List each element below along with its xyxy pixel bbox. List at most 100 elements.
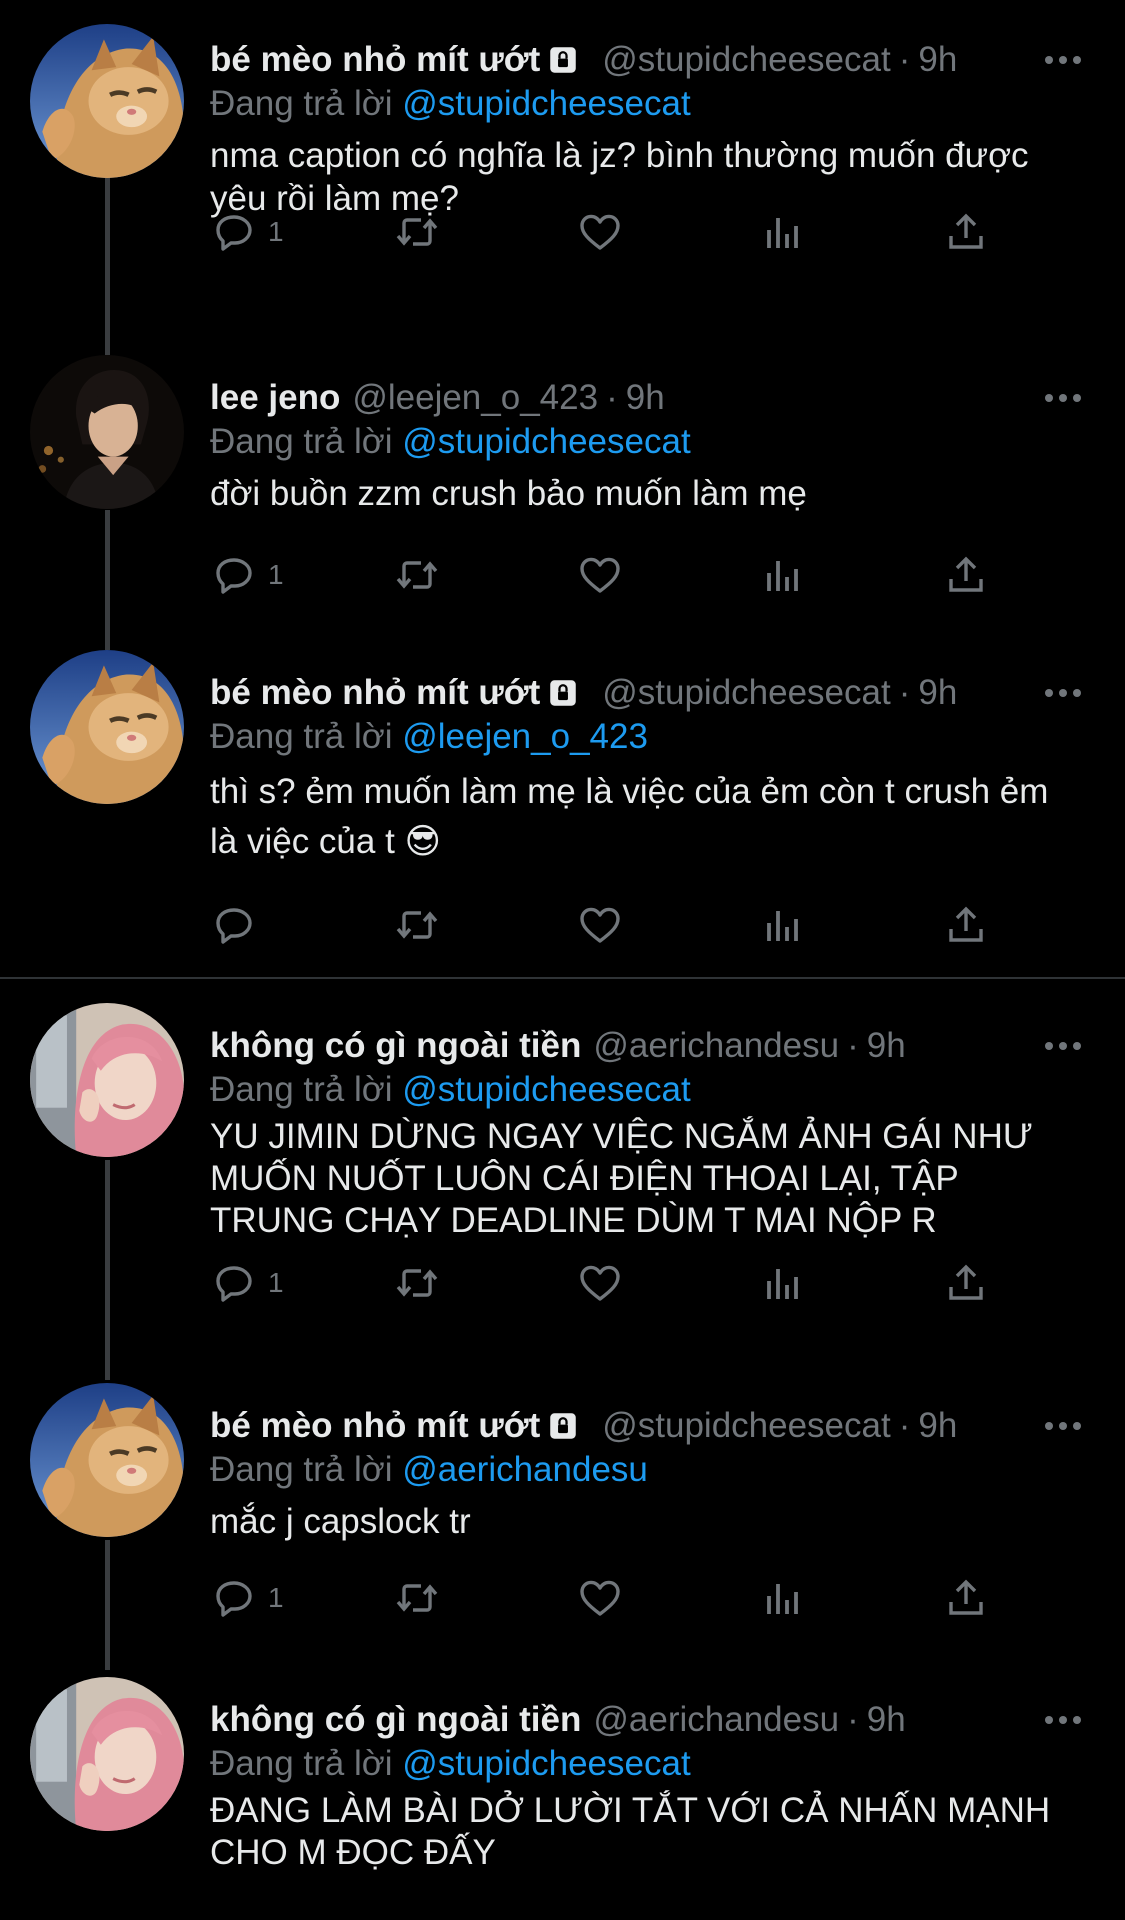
girl-avatar-image <box>30 1677 184 1831</box>
tweet-header: không có gì ngoài tiền @aerichandesu · 9… <box>210 1016 1085 1076</box>
share-button[interactable] <box>942 545 990 605</box>
replying-to-mention[interactable]: @aerichandesu <box>402 1450 648 1489</box>
display-name[interactable]: bé mèo nhỏ mít ướt <box>210 673 540 713</box>
reply-button[interactable]: 1 <box>210 545 284 605</box>
timestamp[interactable]: 9h <box>626 378 665 418</box>
display-name[interactable]: không có gì ngoài tiền <box>210 1700 581 1740</box>
user-handle[interactable]: @stupidcheesecat <box>602 40 890 80</box>
replying-to: Đang trả lời @stupidcheesecat <box>210 1744 691 1784</box>
tweet-text: đời buồn zzm crush bảo muốn làm mẹ <box>210 474 807 513</box>
retweet-button[interactable] <box>393 1253 441 1313</box>
views-icon <box>767 561 798 591</box>
more-horizontal-icon[interactable] <box>1041 673 1085 713</box>
views-button[interactable] <box>759 895 807 955</box>
user-handle[interactable]: @stupidcheesecat <box>602 1406 890 1446</box>
reply-button[interactable]: 1 <box>210 1253 284 1313</box>
user-handle[interactable]: @stupidcheesecat <box>602 673 890 713</box>
replying-to-label: Đang trả lời <box>210 1070 393 1109</box>
retweet-button[interactable] <box>393 895 441 955</box>
lock-icon <box>546 43 580 77</box>
avatar[interactable] <box>30 1383 184 1537</box>
cat-avatar-image <box>30 24 184 178</box>
tweet[interactable]: bé mèo nhỏ mít ướt @stupidcheesecat · 9h… <box>0 645 1125 975</box>
tweet-actions: 1 <box>210 1568 1000 1628</box>
views-button[interactable] <box>759 202 807 262</box>
tweet-actions: 1 <box>210 202 1000 262</box>
share-button[interactable] <box>942 1253 990 1313</box>
reply-thread: bé mèo nhỏ mít ướt @stupidcheesecat · 9h… <box>0 0 1125 1920</box>
tweet[interactable]: lee jeno @leejen_o_423 · 9h Đang trả lời… <box>0 350 1125 610</box>
views-icon <box>767 1584 798 1614</box>
share-button[interactable] <box>942 1568 990 1628</box>
replying-to-label: Đang trả lời <box>210 717 393 756</box>
tweet-actions <box>210 895 1000 955</box>
like-button[interactable] <box>576 202 624 262</box>
heart-icon <box>580 907 620 943</box>
tweet[interactable]: không có gì ngoài tiền @aerichandesu · 9… <box>0 1672 1125 1912</box>
timestamp[interactable]: 9h <box>918 673 957 713</box>
views-button[interactable] <box>759 545 807 605</box>
like-button[interactable] <box>576 1253 624 1313</box>
reply-button[interactable]: 1 <box>210 202 284 262</box>
separator-dot: · <box>898 40 911 79</box>
display-name[interactable]: không có gì ngoài tiền <box>210 1026 581 1066</box>
retweet-icon <box>396 911 438 939</box>
tweet-text: thì s? ẻm muốn làm mẹ là việc của ẻm còn… <box>210 772 1049 861</box>
share-button[interactable] <box>942 895 990 955</box>
replying-to-mention[interactable]: @leejen_o_423 <box>402 717 648 756</box>
avatar[interactable] <box>30 650 184 804</box>
more-horizontal-icon[interactable] <box>1041 1026 1085 1066</box>
views-icon <box>767 911 798 941</box>
reply-icon <box>216 558 252 594</box>
like-button[interactable] <box>576 545 624 605</box>
like-button[interactable] <box>576 1568 624 1628</box>
share-button[interactable] <box>942 202 990 262</box>
avatar[interactable] <box>30 1003 184 1157</box>
replying-to-mention[interactable]: @stupidcheesecat <box>402 84 690 123</box>
timestamp[interactable]: 9h <box>867 1026 906 1066</box>
replying-to-label: Đang trả lời <box>210 1744 393 1783</box>
views-button[interactable] <box>759 1568 807 1628</box>
retweet-button[interactable] <box>393 1568 441 1628</box>
replying-to: Đang trả lời @stupidcheesecat <box>210 1070 691 1110</box>
tweet[interactable]: bé mèo nhỏ mít ướt @stupidcheesecat · 9h… <box>0 12 1125 322</box>
replying-to-mention[interactable]: @stupidcheesecat <box>402 1070 690 1109</box>
retweet-button[interactable] <box>393 545 441 605</box>
tweet[interactable]: không có gì ngoài tiền @aerichandesu · 9… <box>0 998 1125 1338</box>
replying-to-mention[interactable]: @stupidcheesecat <box>402 1744 690 1783</box>
timestamp[interactable]: 9h <box>867 1700 906 1740</box>
user-handle[interactable]: @aerichandesu <box>593 1026 839 1066</box>
avatar[interactable] <box>30 355 184 509</box>
display-name[interactable]: bé mèo nhỏ mít ướt <box>210 1406 540 1446</box>
share-icon <box>949 213 983 249</box>
reply-icon <box>216 1581 252 1617</box>
share-icon <box>949 556 983 592</box>
lock-icon <box>546 1409 580 1443</box>
reply-count: 1 <box>268 1267 284 1298</box>
more-horizontal-icon[interactable] <box>1041 40 1085 80</box>
display-name[interactable]: bé mèo nhỏ mít ướt <box>210 40 540 80</box>
views-icon <box>767 1269 798 1299</box>
lock-icon <box>546 676 580 710</box>
more-horizontal-icon[interactable] <box>1041 1700 1085 1740</box>
avatar[interactable] <box>30 1677 184 1831</box>
reply-button[interactable]: 1 <box>210 1568 284 1628</box>
user-handle[interactable]: @aerichandesu <box>593 1700 839 1740</box>
heart-icon <box>580 557 620 593</box>
user-handle[interactable]: @leejen_o_423 <box>352 378 598 418</box>
like-button[interactable] <box>576 895 624 955</box>
more-horizontal-icon[interactable] <box>1041 1406 1085 1446</box>
display-name[interactable]: lee jeno <box>210 378 340 418</box>
avatar[interactable] <box>30 24 184 178</box>
timestamp[interactable]: 9h <box>918 40 957 80</box>
tweet-actions: 1 <box>210 1253 1000 1313</box>
timestamp[interactable]: 9h <box>918 1406 957 1446</box>
replying-to-mention[interactable]: @stupidcheesecat <box>402 422 690 461</box>
views-button[interactable] <box>759 1253 807 1313</box>
reply-button[interactable] <box>210 895 268 955</box>
tweet-header: lee jeno @leejen_o_423 · 9h <box>210 368 1085 428</box>
tweet[interactable]: bé mèo nhỏ mít ướt @stupidcheesecat · 9h… <box>0 1378 1125 1638</box>
share-icon <box>949 1264 983 1300</box>
more-horizontal-icon[interactable] <box>1041 378 1085 418</box>
retweet-button[interactable] <box>393 202 441 262</box>
